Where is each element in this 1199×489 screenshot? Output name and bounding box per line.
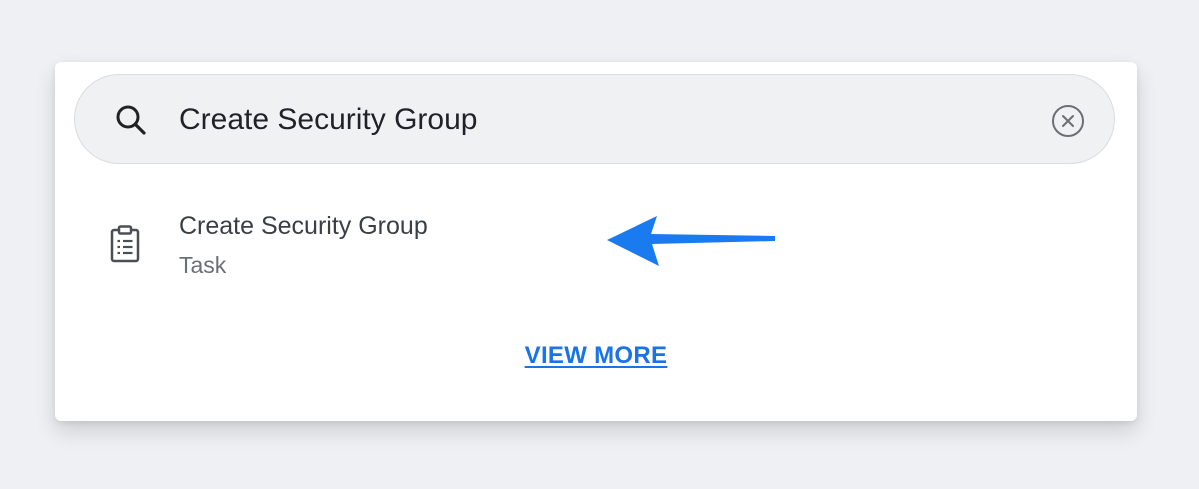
clear-search-icon[interactable]	[1050, 103, 1086, 139]
view-more-link[interactable]: VIEW MORE	[525, 342, 668, 369]
result-title: Create Security Group	[179, 212, 428, 240]
search-bar[interactable]: Create Security Group	[74, 74, 1115, 164]
search-result-item[interactable]: Create Security Group Task	[55, 196, 1137, 282]
search-dropdown-card: Create Security Group Create Security Gr…	[55, 62, 1137, 421]
search-input[interactable]: Create Security Group	[179, 102, 477, 138]
annotation-arrow-icon	[607, 216, 775, 266]
result-type: Task	[179, 252, 227, 278]
clipboard-task-icon	[110, 225, 140, 263]
view-more-container: VIEW MORE	[55, 341, 1137, 371]
search-icon	[116, 105, 146, 135]
